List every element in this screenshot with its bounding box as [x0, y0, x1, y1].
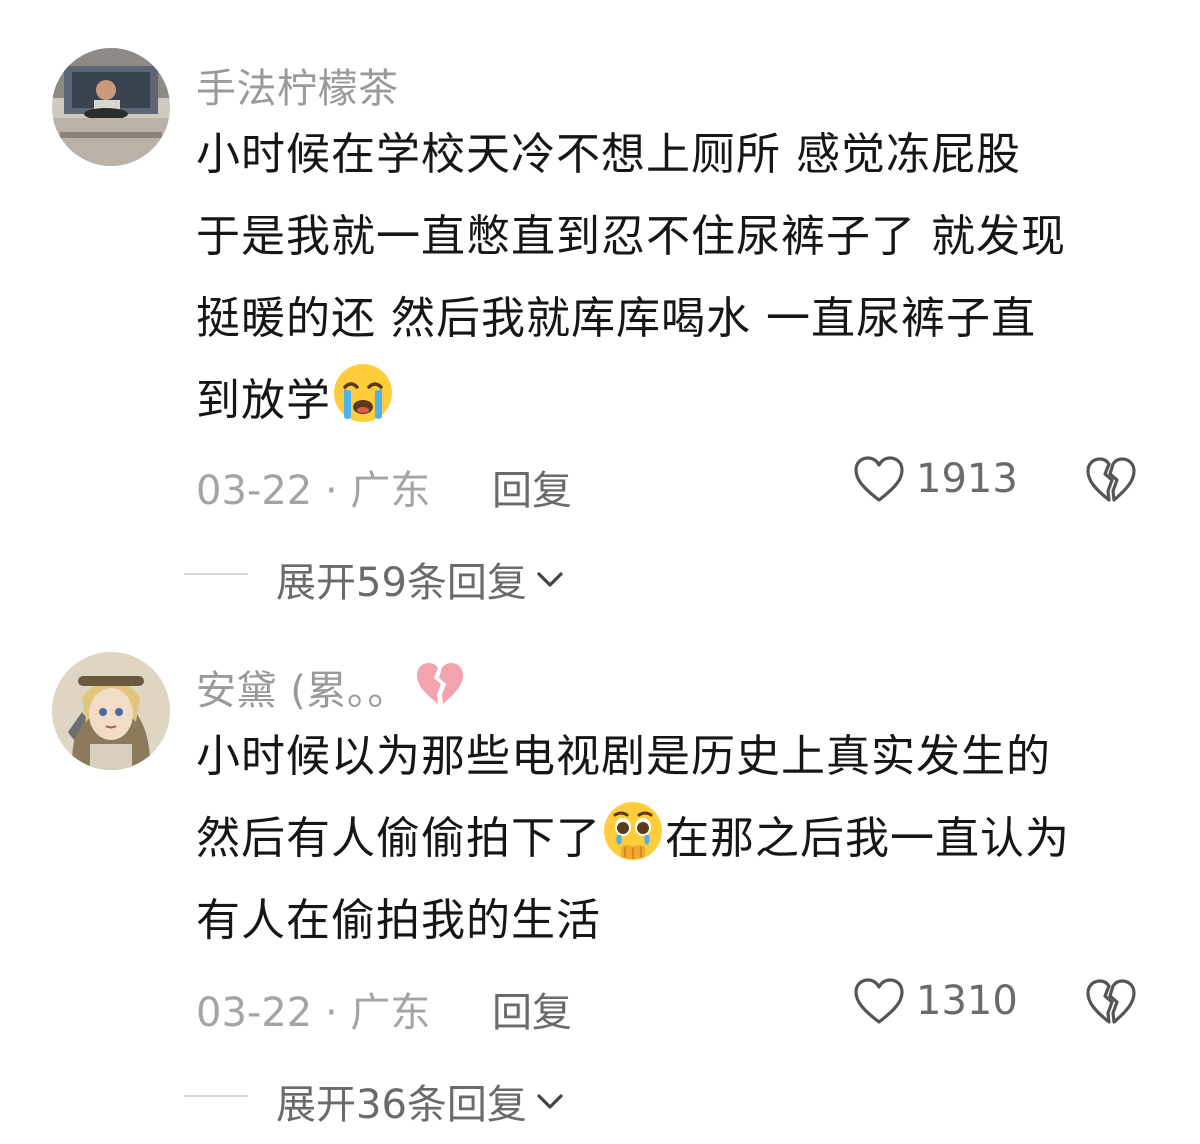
comment-line-text: 在那之后我一直认为 [665, 813, 1070, 864]
reply-button[interactable]: 回复 [492, 458, 572, 516]
comment-line: 小时候以为那些电视剧是历史上真实发生的 [196, 731, 1051, 782]
meta-separator: · [324, 990, 338, 1036]
dislike-button[interactable] [1084, 977, 1138, 1027]
comment-line: 到放学 [196, 360, 1156, 442]
heart-outline-icon [854, 456, 904, 502]
comment-body: 小时候以为那些电视剧是历史上真实发生的 然后有人偷偷拍下了 在那之后我一直认为 … [196, 716, 1156, 962]
expand-divider [184, 573, 248, 575]
like-button[interactable]: 1310 [852, 976, 1018, 1026]
comment-date: 03-22 [196, 468, 313, 514]
comment-location: 广东 [350, 468, 431, 514]
username-text: 安黛 (累。。 [196, 668, 408, 714]
comment-line: 然后有人偷偷拍下了 在那之后我一直认为 [196, 798, 1156, 880]
broken-heart-outline-icon [1086, 979, 1136, 1024]
user-avatar[interactable] [52, 652, 170, 770]
expand-replies-button[interactable]: 展开36条回复 [276, 1072, 567, 1130]
comment-item: 手法柠檬茶 小时候在学校天冷不想上厕所 感觉冻屁股 于是我就一直憋直到忍不住尿裤… [0, 0, 1200, 620]
like-count: 1913 [916, 456, 1018, 502]
comment-location: 广东 [350, 990, 431, 1036]
comment-item: 安黛 (累。。 小时候以为那些电视剧是历史上真实发生的 然后有人偷偷拍下了 在那… [0, 620, 1200, 1144]
comment-meta: 03-22 · 广东 [196, 980, 430, 1038]
comment-meta: 03-22 · 广东 [196, 458, 430, 516]
heart-outline-icon [854, 978, 904, 1024]
avatar-anime-girl-icon [52, 652, 170, 770]
expand-divider [184, 1095, 248, 1097]
avatar-driver-photo-icon [52, 48, 170, 166]
user-avatar[interactable] [52, 48, 170, 166]
comment-line: 于是我就一直憋直到忍不住尿裤子了 就发现 [196, 211, 1066, 262]
chevron-down-icon [537, 572, 563, 587]
broken-heart-icon [414, 660, 466, 708]
comment-date: 03-22 [196, 990, 313, 1036]
broken-heart-outline-icon [1086, 457, 1136, 502]
holding-back-tears-face-emoji-icon [601, 799, 665, 863]
comment-line: 挺暖的还 然后我就库库喝水 一直尿裤子直 [196, 293, 1036, 344]
reply-button[interactable]: 回复 [492, 980, 572, 1038]
chevron-down-icon [537, 1094, 563, 1109]
meta-separator: · [324, 468, 338, 514]
comment-line: 小时候在学校天冷不想上厕所 感觉冻屁股 [196, 129, 1021, 180]
comment-line: 有人在偷拍我的生活 [196, 895, 601, 946]
comment-line-text: 然后有人偷偷拍下了 [196, 813, 601, 864]
comment-body: 小时候在学校天冷不想上厕所 感觉冻屁股 于是我就一直憋直到忍不住尿裤子了 就发现… [196, 114, 1156, 442]
comment-line-text: 到放学 [196, 375, 331, 426]
loudly-crying-face-emoji-icon [331, 361, 395, 425]
comment-username[interactable]: 手法柠檬茶 [196, 56, 399, 114]
dislike-button[interactable] [1084, 455, 1138, 505]
expand-replies-button[interactable]: 展开59条回复 [276, 550, 567, 608]
comment-username[interactable]: 安黛 (累。。 [196, 658, 466, 716]
like-count: 1310 [916, 978, 1018, 1024]
like-button[interactable]: 1913 [852, 454, 1018, 504]
expand-replies-label: 展开59条回复 [276, 560, 527, 606]
expand-replies-label: 展开36条回复 [276, 1082, 527, 1128]
